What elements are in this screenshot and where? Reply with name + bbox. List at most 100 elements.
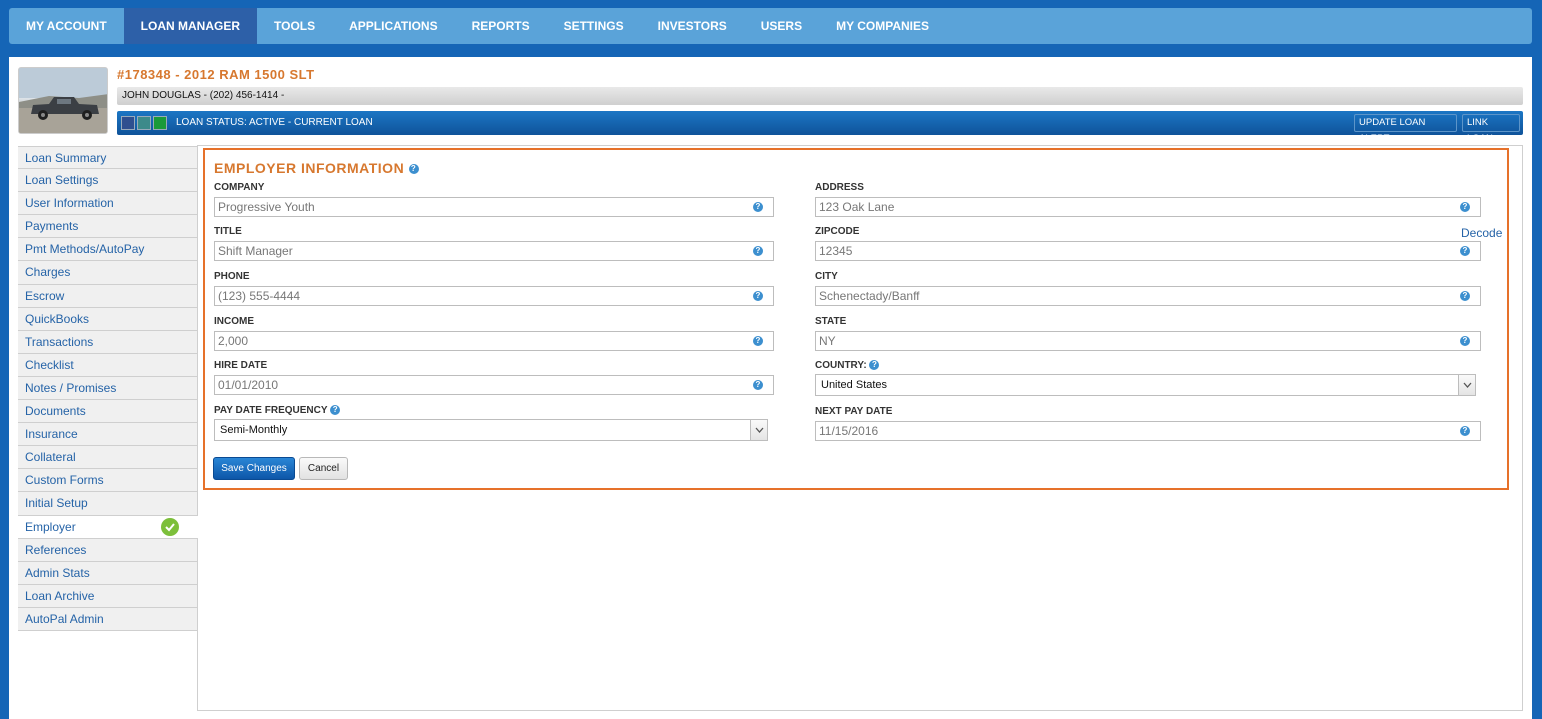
sidebar-item-initial-setup[interactable]: Initial Setup (18, 492, 198, 516)
sidebar-item-user-information[interactable]: User Information (18, 192, 198, 216)
help-icon[interactable]: ? (753, 336, 763, 346)
loan-sidebar: Loan Summary Loan Settings User Informat… (18, 146, 198, 631)
loan-title: #178348 - 2012 RAM 1500 SLT (117, 67, 315, 82)
city-field[interactable]: Schenectady/Banff ? (815, 286, 1481, 306)
title-field[interactable]: Shift Manager ? (214, 241, 774, 261)
help-icon[interactable]: ? (330, 405, 341, 416)
save-changes-button[interactable]: Save Changes (213, 457, 295, 480)
sidebar-item-autopal-admin[interactable]: AutoPal Admin (18, 607, 198, 631)
nav-my-companies[interactable]: MY COMPANIES (819, 8, 946, 44)
status-square-1[interactable] (121, 116, 135, 130)
loan-status-bar: LOAN STATUS: ACTIVE - CURRENT LOAN UPDAT… (117, 111, 1523, 144)
sidebar-item-insurance[interactable]: Insurance (18, 423, 198, 447)
help-icon[interactable]: ? (869, 360, 880, 371)
help-icon[interactable]: ? (753, 380, 763, 390)
nav-loan-manager[interactable]: LOAN MANAGER (123, 8, 257, 44)
nav-users[interactable]: USERS (744, 8, 819, 44)
check-icon (161, 517, 179, 536)
country-label-text: COUNTRY: (815, 360, 867, 371)
link-loan-button[interactable]: LINK LOAN (1462, 114, 1520, 144)
address-field[interactable]: 123 Oak Lane ? (815, 197, 1481, 217)
next-pay-date-label: NEXT PAY DATE (815, 406, 893, 417)
country-label: COUNTRY: ? (815, 360, 880, 371)
title-label: TITLE (214, 226, 242, 237)
help-icon[interactable]: ? (753, 246, 763, 256)
help-icon[interactable]: ? (1460, 246, 1470, 256)
state-label: STATE (815, 316, 847, 327)
next-pay-date-value: 11/15/2016 (819, 424, 879, 438)
borrower-info: JOHN DOUGLAS - (202) 456-1414 - (117, 87, 1523, 105)
title-value: Shift Manager (218, 244, 293, 258)
nav-investors[interactable]: INVESTORS (641, 8, 744, 44)
chevron-down-icon[interactable] (1458, 375, 1475, 395)
sidebar-item-payments[interactable]: Payments (18, 215, 198, 239)
sidebar-item-loan-settings[interactable]: Loan Settings (18, 169, 198, 193)
address-value: 123 Oak Lane (819, 200, 895, 214)
zipcode-label: ZIPCODE (815, 226, 860, 237)
phone-label: PHONE (214, 271, 250, 282)
sidebar-item-loan-summary[interactable]: Loan Summary (18, 146, 198, 170)
state-value: NY (819, 334, 836, 348)
hire-date-field[interactable]: 01/01/2010 ? (214, 375, 774, 395)
nav-settings[interactable]: SETTINGS (547, 8, 641, 44)
income-field[interactable]: 2,000 ? (214, 331, 774, 351)
top-nav: MY ACCOUNT LOAN MANAGER TOOLS APPLICATIO… (9, 8, 1532, 44)
pay-frequency-select[interactable]: Semi-Monthly (214, 419, 768, 441)
help-icon[interactable]: ? (1460, 426, 1470, 436)
state-field[interactable]: NY ? (815, 331, 1481, 351)
pay-frequency-label-text: PAY DATE FREQUENCY (214, 405, 328, 416)
sidebar-item-label: Employer (25, 519, 76, 534)
form-title: EMPLOYER INFORMATION ? (214, 160, 419, 176)
help-icon[interactable]: ? (1460, 336, 1470, 346)
company-value: Progressive Youth (218, 200, 315, 214)
nav-applications[interactable]: APPLICATIONS (332, 8, 454, 44)
nav-reports[interactable]: REPORTS (455, 8, 547, 44)
status-square-3[interactable] (153, 116, 167, 130)
sidebar-item-custom-forms[interactable]: Custom Forms (18, 469, 198, 493)
nav-tools[interactable]: TOOLS (257, 8, 332, 44)
sidebar-item-pmt-methods[interactable]: Pmt Methods/AutoPay (18, 238, 198, 262)
help-icon[interactable]: ? (1460, 291, 1470, 301)
sidebar-item-escrow[interactable]: Escrow (18, 284, 198, 308)
sidebar-item-employer[interactable]: Employer (18, 515, 198, 539)
form-title-text: EMPLOYER INFORMATION (214, 160, 405, 176)
sidebar-item-references[interactable]: References (18, 538, 198, 562)
nav-my-account[interactable]: MY ACCOUNT (9, 8, 124, 44)
sidebar-item-checklist[interactable]: Checklist (18, 353, 198, 377)
cancel-button[interactable]: Cancel (299, 457, 348, 480)
help-icon[interactable]: ? (408, 164, 419, 175)
company-field[interactable]: Progressive Youth ? (214, 197, 774, 217)
help-icon[interactable]: ? (753, 202, 763, 212)
sidebar-item-notes-promises[interactable]: Notes / Promises (18, 376, 198, 401)
zipcode-field[interactable]: 12345 ? (815, 241, 1481, 261)
sidebar-item-admin-stats[interactable]: Admin Stats (18, 561, 198, 585)
sidebar-item-quickbooks[interactable]: QuickBooks (18, 307, 198, 331)
sidebar-item-documents[interactable]: Documents (18, 400, 198, 424)
phone-value: (123) 555-4444 (218, 289, 301, 303)
country-select[interactable]: United States (815, 374, 1476, 396)
pay-frequency-value: Semi-Monthly (220, 424, 288, 436)
vehicle-thumbnail (18, 67, 108, 134)
next-pay-date-field[interactable]: 11/15/2016 ? (815, 421, 1481, 441)
decode-link[interactable]: Decode (1461, 226, 1502, 240)
sidebar-item-transactions[interactable]: Transactions (18, 330, 198, 354)
income-value: 2,000 (218, 334, 249, 348)
zipcode-value: 12345 (819, 244, 853, 258)
loan-status-text: LOAN STATUS: ACTIVE - CURRENT LOAN (176, 117, 373, 128)
sidebar-item-charges[interactable]: Charges (18, 261, 198, 285)
update-loan-alert-button[interactable]: UPDATE LOAN ALERT (1354, 114, 1457, 144)
income-label: INCOME (214, 316, 254, 327)
pay-frequency-label: PAY DATE FREQUENCY ? (214, 405, 341, 416)
chevron-down-icon[interactable] (750, 420, 767, 440)
status-indicators (121, 116, 167, 130)
sidebar-item-loan-archive[interactable]: Loan Archive (18, 584, 198, 608)
help-icon[interactable]: ? (1460, 202, 1470, 212)
help-icon[interactable]: ? (753, 291, 763, 301)
phone-field[interactable]: (123) 555-4444 ? (214, 286, 774, 306)
sidebar-item-collateral[interactable]: Collateral (18, 446, 198, 470)
hire-date-value: 01/01/2010 (218, 378, 279, 392)
employer-form: EMPLOYER INFORMATION ? COMPANY Progressi… (203, 148, 1509, 490)
status-square-2[interactable] (137, 116, 151, 130)
city-value: Schenectady/Banff (819, 289, 920, 303)
city-label: CITY (815, 271, 838, 282)
